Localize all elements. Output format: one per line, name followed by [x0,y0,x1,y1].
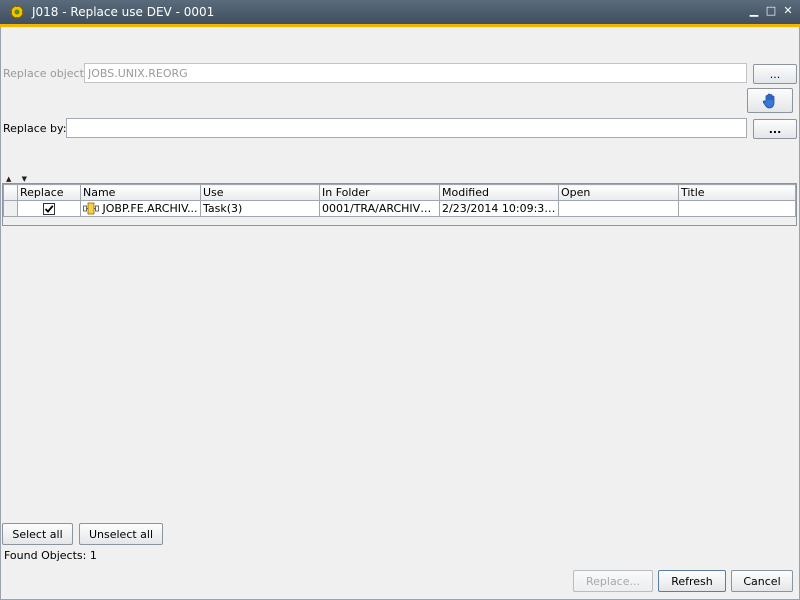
row-header-corner [3,184,18,201]
table-row[interactable]: JOBP.FE.ARCHIV... Task(3) 0001/TRA/ARCHI… [3,200,796,217]
dialog-body [0,27,800,600]
found-objects-count: Found Objects: 1 [4,549,97,562]
replace-cell[interactable] [17,200,81,217]
title-bar[interactable]: J018 - Replace use DEV - 0001 ▁ □ ✕ [0,0,800,24]
use-cell[interactable]: Task(3) [200,200,320,217]
app-gear-icon [9,4,25,20]
title-cell[interactable] [678,200,796,217]
replace-object-label: Replace object: [3,67,88,80]
name-text: JOBP.FE.ARCHIV... [102,201,198,215]
row-selector[interactable] [3,200,18,217]
column-header-use[interactable]: Use [200,184,320,201]
refresh-button[interactable]: Refresh [658,570,726,592]
column-header-modified[interactable]: Modified [439,184,559,201]
unselect-all-button[interactable]: Unselect all [79,523,163,545]
cancel-button[interactable]: Cancel [731,570,793,592]
replace-by-browse-button[interactable]: ... [753,119,797,139]
maximize-icon[interactable]: □ [764,4,778,18]
replace-checkbox[interactable] [43,203,55,215]
hand-icon [762,93,775,108]
checkmark-icon [44,205,54,213]
sort-arrows-icon[interactable]: ▲ ▼ [6,175,31,183]
column-header-title[interactable]: Title [678,184,796,201]
replace-object-input[interactable] [84,63,747,83]
modified-cell[interactable]: 2/23/2014 10:09:31 PM [439,200,559,217]
name-cell[interactable]: JOBP.FE.ARCHIV... [80,200,201,217]
open-cell[interactable] [558,200,679,217]
column-header-open[interactable]: Open [558,184,679,201]
replace-object-browse-button[interactable]: ... [753,64,797,84]
minimize-icon[interactable]: ▁ [747,4,761,18]
replace-by-input[interactable] [66,118,747,138]
close-icon[interactable]: ✕ [781,4,795,18]
replace-button[interactable]: Replace... [573,570,653,592]
pick-object-button[interactable] [747,88,793,113]
table-header-row: Replace Name Use In Folder Modified Open… [3,184,796,201]
column-header-name[interactable]: Name [80,184,201,201]
select-all-button[interactable]: Select all [2,523,73,545]
window-title: J018 - Replace use DEV - 0001 [32,5,215,19]
in-folder-cell[interactable]: 0001/TRA/ARCHIVE.... [319,200,440,217]
workflow-object-icon [83,202,99,215]
replace-by-label: Replace by: [3,122,67,135]
column-header-in-folder[interactable]: In Folder [319,184,440,201]
column-header-replace[interactable]: Replace [17,184,81,201]
results-table: Replace Name Use In Folder Modified Open… [2,183,797,226]
